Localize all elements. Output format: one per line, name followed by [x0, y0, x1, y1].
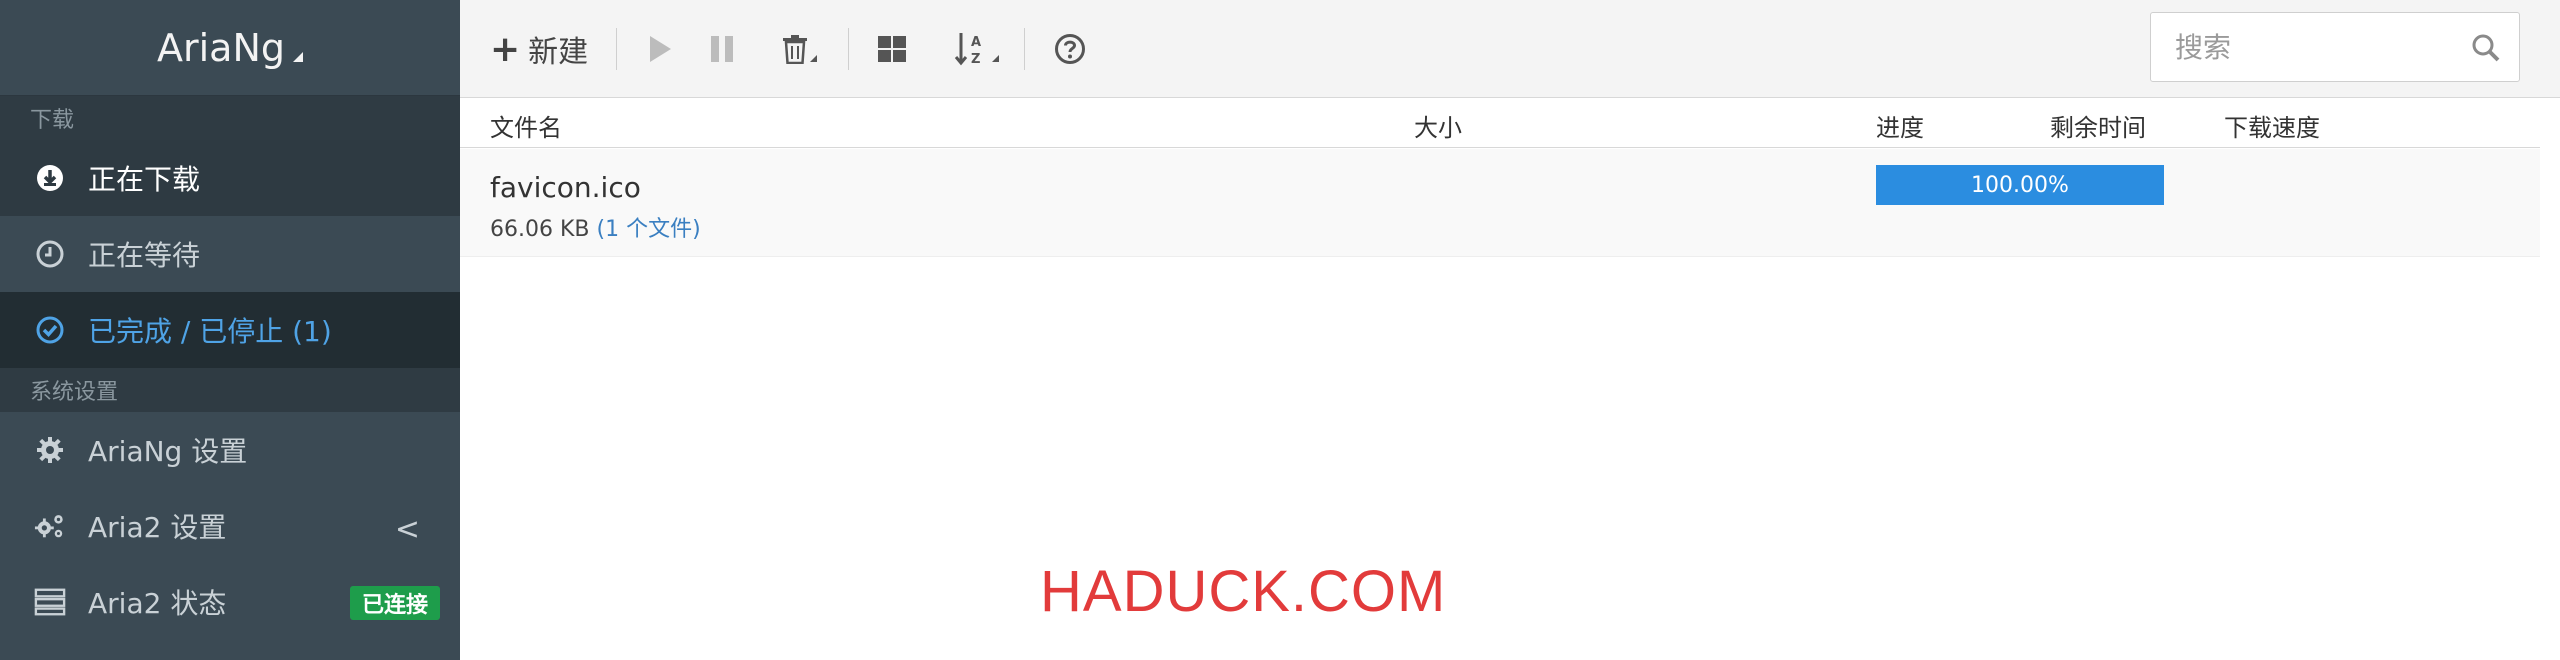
- search-input[interactable]: [2151, 13, 2461, 81]
- task-meta: 66.06 KB (1 个文件): [490, 211, 701, 243]
- progress-bar: 100.00%: [1876, 165, 2164, 205]
- toolbar-divider: [848, 28, 849, 70]
- server-icon: [34, 586, 66, 618]
- caret-down-icon: [991, 54, 999, 62]
- sidebar-item-ariang-settings[interactable]: AriaNg 设置: [0, 412, 460, 488]
- sidebar-item-label: AriaNg 设置: [88, 435, 248, 468]
- brand-menu[interactable]: AriaNg: [0, 0, 460, 96]
- pause-icon: [711, 36, 733, 62]
- new-task-label: 新建: [528, 35, 589, 70]
- sidebar-item-downloading[interactable]: 正在下载: [0, 140, 460, 216]
- section-header-downloads: 下载: [0, 96, 460, 140]
- task-table-header: 文件名 大小 进度 剩余时间 下载速度: [460, 98, 2540, 148]
- play-icon: [650, 36, 671, 62]
- scrollbar-track[interactable]: [2540, 98, 2560, 660]
- clock-icon: [34, 238, 66, 270]
- task-filename[interactable]: favicon.ico: [490, 171, 641, 204]
- sidebar-item-waiting[interactable]: 正在等待: [0, 216, 460, 292]
- gears-icon: [34, 510, 66, 542]
- watermark-text: HADUCK.COM: [1040, 559, 1447, 624]
- gear-icon: [34, 434, 66, 466]
- sidebar-item-aria2-status[interactable]: Aria2 状态 已连接: [0, 564, 460, 640]
- toolbar: + 新建 AZ: [460, 0, 2560, 98]
- trash-icon: [782, 35, 807, 64]
- sidebar-item-aria2-settings[interactable]: Aria2 设置 <: [0, 488, 460, 564]
- svg-text:A: A: [971, 35, 981, 50]
- new-task-button[interactable]: + 新建: [490, 24, 588, 74]
- plus-icon: +: [490, 28, 521, 70]
- toolbar-divider: [616, 28, 617, 70]
- delete-button[interactable]: [772, 24, 826, 74]
- task-size: 66.06 KB: [490, 217, 590, 242]
- column-header-progress[interactable]: 进度: [1876, 108, 1924, 143]
- sidebar-item-label: Aria2 状态: [88, 587, 227, 620]
- brand-title: AriaNg: [156, 25, 285, 70]
- sidebar: AriaNg 下载 正在下载 正在等待 已完成 / 已停止 (1) 系统设置 A…: [0, 0, 460, 660]
- toolbar-divider: [1024, 28, 1025, 70]
- column-header-filename[interactable]: 文件名: [490, 108, 562, 143]
- help-icon: [1055, 34, 1085, 64]
- sidebar-item-label: Aria2 设置: [88, 511, 227, 544]
- column-header-size[interactable]: 大小: [1414, 108, 1462, 143]
- check-circle-icon: [34, 314, 66, 346]
- sidebar-item-label: 正在等待: [88, 239, 201, 272]
- column-header-remaining[interactable]: 剩余时间: [2050, 108, 2146, 143]
- sidebar-item-label: 正在下载: [88, 163, 201, 196]
- pause-button[interactable]: [700, 24, 744, 74]
- display-mode-button[interactable]: [870, 24, 914, 74]
- download-circle-icon: [34, 162, 66, 194]
- section-header-settings: 系统设置: [0, 368, 460, 412]
- progress-text: 100.00%: [1971, 172, 2069, 198]
- sidebar-item-stopped[interactable]: 已完成 / 已停止 (1): [0, 292, 460, 368]
- help-button[interactable]: [1048, 24, 1092, 74]
- chevron-left-icon[interactable]: <: [395, 512, 420, 547]
- svg-text:Z: Z: [971, 52, 980, 67]
- sort-button[interactable]: AZ: [946, 24, 1006, 74]
- sidebar-item-label: 已完成 / 已停止 (1): [88, 315, 332, 348]
- search-icon[interactable]: [2471, 33, 2501, 63]
- search-box: [2150, 12, 2520, 82]
- start-button[interactable]: [638, 24, 682, 74]
- table-row[interactable]: favicon.ico 66.06 KB (1 个文件) 100.00%: [460, 149, 2540, 257]
- grid-icon: [878, 36, 906, 62]
- caret-down-icon: [809, 54, 817, 62]
- caret-down-icon: [293, 51, 303, 62]
- column-header-speed[interactable]: 下载速度: [2224, 108, 2320, 143]
- sort-az-icon: AZ: [954, 33, 981, 67]
- task-files-link[interactable]: (1 个文件): [597, 217, 701, 242]
- connection-status-badge: 已连接: [349, 586, 440, 620]
